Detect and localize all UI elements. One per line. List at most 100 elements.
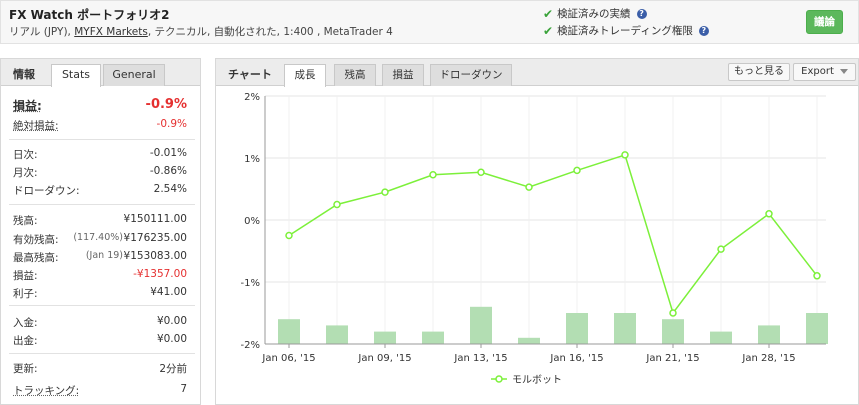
account-header: FX Watch ポートフォリオ2 リアル (JPY), MYFX Market… xyxy=(0,0,859,44)
stat-balance-value: ¥150111.00 xyxy=(123,213,187,225)
bar xyxy=(566,313,588,344)
check-icon: ✔ xyxy=(543,23,554,38)
bar xyxy=(326,325,348,344)
x-tick-label: Jan 09, '15 xyxy=(357,353,411,364)
subtitle-suffix: , テクニカル, 自動化された, 1:400 , MetaTrader 4 xyxy=(147,26,393,38)
stat-monthly-value: -0.86% xyxy=(149,165,187,177)
data-point xyxy=(525,183,533,191)
verified-trading-privileges: ✔ 検証済みトレーディング権限 ? xyxy=(543,23,709,38)
bar xyxy=(374,331,396,344)
stat-gain-value: -0.9% xyxy=(145,97,187,112)
stat-withdrawals-value: ¥0.00 xyxy=(156,333,187,345)
stat-balance-label: 残高: xyxy=(13,215,38,227)
stats-panel: 情報 Stats General 損益: -0.9% 絶対損益: -0.9% 日… xyxy=(0,58,201,405)
chart-legend: モルボット xyxy=(491,374,562,386)
stat-highest-value: ¥153083.00 xyxy=(123,250,187,262)
divider xyxy=(9,204,195,205)
x-tick-label: Jan 13, '15 xyxy=(453,353,507,364)
x-tick-label: Jan 28, '15 xyxy=(741,353,795,364)
tab-drawdown[interactable]: ドローダウン xyxy=(430,64,512,86)
stat-abs-gain-value: -0.9% xyxy=(156,118,187,130)
chart-grid xyxy=(265,95,826,345)
stat-profit-value: -¥1357.00 xyxy=(133,268,187,280)
tab-balance[interactable]: 残高 xyxy=(334,64,376,86)
data-point xyxy=(573,166,581,175)
data-point xyxy=(285,231,293,240)
broker-link[interactable]: MYFX Markets xyxy=(74,26,148,38)
stat-deposits-label: 入金: xyxy=(13,317,38,329)
tab-profit[interactable]: 損益 xyxy=(382,64,424,86)
chart-panel: チャート 成長 残高 損益 ドローダウン もっと見る Export 2% 1% 0%… xyxy=(215,58,859,405)
chart-tabbar: チャート 成長 残高 損益 ドローダウン もっと見る Export xyxy=(216,59,858,87)
verified-trading-privileges-label: 検証済みトレーディング権限 xyxy=(557,25,693,37)
data-point xyxy=(669,309,677,317)
stat-equity-label: 有効残高: xyxy=(13,234,59,246)
stat-updated-label: 更新: xyxy=(13,363,38,375)
stat-abs-gain-label[interactable]: 絶対損益: xyxy=(13,118,59,133)
help-icon[interactable]: ? xyxy=(636,8,647,19)
verified-track-record: ✔ 検証済みの実績 ? xyxy=(543,6,647,21)
stat-tracking-label[interactable]: トラッキング: xyxy=(13,383,79,398)
chart-line xyxy=(285,151,821,317)
stat-highest-label: 最高残高: xyxy=(13,252,59,264)
account-title: FX Watch ポートフォリオ2 xyxy=(9,8,170,22)
divider xyxy=(9,305,195,306)
y-tick-label: -2% xyxy=(241,340,260,351)
data-point xyxy=(381,188,389,196)
legend-label: モルボット xyxy=(512,374,562,386)
bar xyxy=(470,306,492,344)
bar xyxy=(614,313,636,344)
account-subtitle: リアル (JPY), MYFX Markets, テクニカル, 自動化された, … xyxy=(9,24,393,39)
bar xyxy=(806,313,828,344)
data-point xyxy=(333,200,341,209)
y-tick-label: 2% xyxy=(244,92,260,103)
export-button[interactable]: Export xyxy=(793,63,856,81)
stat-drawdown-label: ドローダウン: xyxy=(13,185,80,197)
stat-drawdown-value: 2.54% xyxy=(153,183,187,195)
x-tick-label: Jan 21, '15 xyxy=(645,353,699,364)
stats-tabbar: 情報 Stats General xyxy=(1,59,200,87)
y-tick-label: -1% xyxy=(241,278,260,289)
growth-chart: 2% 1% 0% -1% -2%Jan 06, '15 Jan 09, '15 Jan 13… xyxy=(241,92,828,386)
chevron-down-icon xyxy=(839,68,848,74)
tab-stats[interactable]: Stats xyxy=(51,64,101,87)
data-point xyxy=(477,168,485,177)
x-tick-label: Jan 16, '15 xyxy=(549,353,603,364)
stat-interest-value: ¥41.00 xyxy=(150,286,187,298)
tab-growth[interactable]: 成長 xyxy=(284,64,326,87)
stat-equity-value: ¥176235.00 xyxy=(123,232,187,244)
verified-track-record-label: 検証済みの実績 xyxy=(557,8,631,20)
stat-interest-label: 利子: xyxy=(13,288,38,300)
divider xyxy=(9,139,195,140)
data-point xyxy=(621,151,629,159)
info-label: 情報 xyxy=(13,68,35,81)
help-icon[interactable]: ? xyxy=(698,25,709,36)
data-point xyxy=(429,170,437,179)
discuss-button[interactable]: 議論 xyxy=(806,10,843,34)
export-label: Export xyxy=(801,66,834,77)
data-point xyxy=(813,272,821,280)
stat-updated-value: 2分前 xyxy=(159,363,187,375)
chart-label: チャート xyxy=(228,68,272,81)
series-line xyxy=(288,153,818,315)
data-point xyxy=(717,245,725,253)
stat-profit-label: 損益: xyxy=(13,270,38,282)
stat-daily-value: -0.01% xyxy=(149,147,187,159)
more-button[interactable]: もっと見る xyxy=(728,63,790,81)
check-icon: ✔ xyxy=(543,6,554,21)
stat-gain-label[interactable]: 損益: xyxy=(13,97,42,114)
chart-axes: 2% 1% 0% -1% -2%Jan 06, '15 Jan 09, '15 Jan 13… xyxy=(241,92,826,364)
bar xyxy=(518,337,540,344)
tab-general[interactable]: General xyxy=(103,64,165,86)
x-tick-label: Jan 06, '15 xyxy=(261,353,315,364)
bar xyxy=(662,319,684,344)
stat-tracking-value: 7 xyxy=(180,383,187,395)
stat-withdrawals-label: 出金: xyxy=(13,335,38,347)
legend-marker xyxy=(495,375,503,383)
stat-highest-pct: (Jan 19) xyxy=(85,250,123,261)
divider xyxy=(9,353,195,354)
bar xyxy=(758,325,780,344)
stat-equity-pct: (117.40%) xyxy=(73,232,123,243)
subtitle-prefix: リアル (JPY), xyxy=(9,26,75,38)
chart-bars xyxy=(278,306,828,344)
